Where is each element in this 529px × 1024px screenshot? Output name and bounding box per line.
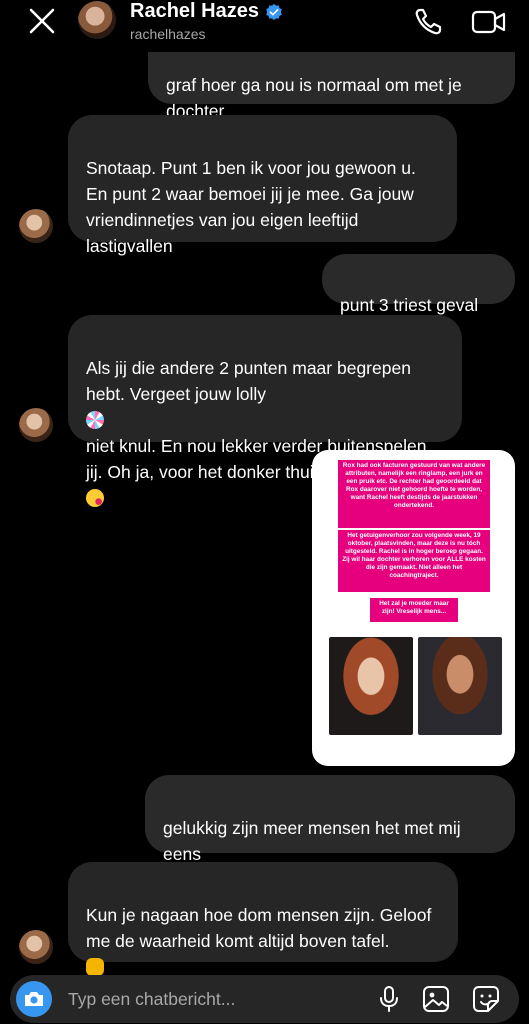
microphone-icon (380, 986, 398, 1012)
shared-post-card[interactable]: Rox had ook facturen gestuurd van wat an… (312, 450, 515, 766)
verified-badge-icon (266, 3, 282, 20)
camera-button[interactable] (16, 981, 52, 1017)
message-text: Als jij die andere 2 punten maar begrepe… (86, 358, 411, 404)
message-composer: Typ een chatbericht... (10, 975, 519, 1023)
voice-message-button[interactable] (374, 984, 404, 1014)
message-bubble-outgoing[interactable]: punt 3 triest geval (322, 254, 515, 315)
message-text: Kun je nagaan hoe dom mensen zijn. Geloo… (86, 905, 432, 951)
lollipop-icon (86, 411, 104, 429)
post-text-box: Het zal je moeder maar zijn! Vreselijk m… (370, 598, 458, 622)
close-icon (29, 8, 55, 34)
message-bubble-incoming[interactable]: Als jij die andere 2 punten maar begrepe… (68, 315, 462, 507)
chat-header: Rachel Hazes rachelhazes (0, 0, 529, 52)
gallery-button[interactable] (421, 984, 451, 1014)
message-bubble-outgoing[interactable]: gelukkig zijn meer mensen het met mij ee… (145, 775, 515, 889)
sticker-icon (473, 986, 499, 1012)
video-call-button[interactable] (470, 6, 508, 38)
message-bubble-incoming[interactable]: Snotaap. Punt 1 ben ik voor jou gewoon u… (68, 115, 457, 256)
post-photo-right (418, 637, 502, 735)
message-text: Snotaap. Punt 1 ben ik voor jou gewoon u… (86, 158, 416, 256)
profile-name[interactable]: Rachel Hazes (130, 0, 259, 23)
message-bubble-incoming[interactable]: Kun je nagaan hoe dom mensen zijn. Geloo… (68, 862, 458, 1002)
message-input[interactable]: Typ een chatbericht... (68, 975, 235, 1023)
sender-avatar[interactable] (19, 408, 53, 442)
message-text: gelukkig zijn meer mensen het met mij ee… (163, 818, 461, 864)
video-camera-icon (471, 10, 506, 34)
image-icon (423, 986, 449, 1012)
voice-call-button[interactable] (412, 6, 446, 38)
post-photo-left (329, 637, 413, 735)
phone-icon (415, 8, 442, 35)
camera-icon (25, 992, 43, 1006)
flexed-biceps-icon (86, 958, 104, 976)
sticker-button[interactable] (471, 984, 501, 1014)
sender-avatar[interactable] (19, 209, 53, 243)
face-blowing-kiss-icon (86, 489, 104, 507)
profile-name-row[interactable]: Rachel Hazes (130, 0, 283, 23)
message-text: punt 3 triest geval (340, 295, 479, 315)
profile-avatar[interactable] (78, 1, 116, 39)
post-text-box: Rox had ook facturen gestuurd van wat an… (338, 460, 490, 528)
sender-avatar[interactable] (19, 930, 53, 964)
close-button[interactable] (22, 6, 62, 36)
profile-handle[interactable]: rachelhazes (130, 26, 206, 42)
post-text-box: Het getuigenverhoor zou volgende week, 1… (338, 530, 490, 592)
